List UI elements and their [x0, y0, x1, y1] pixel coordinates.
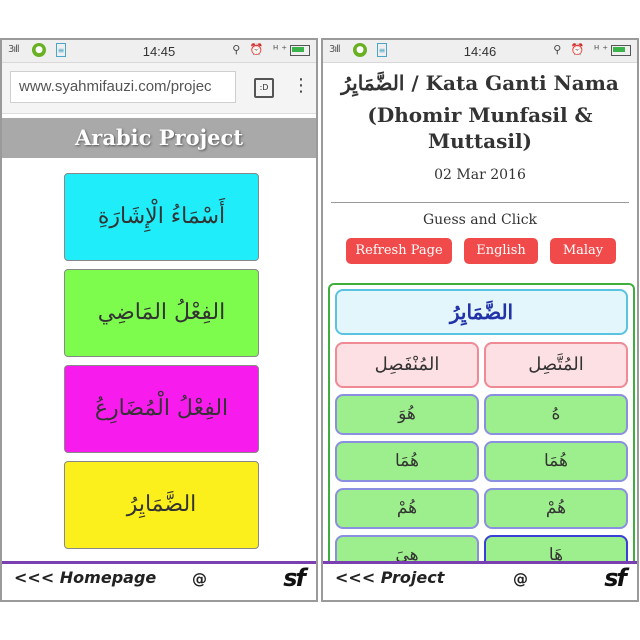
- muttasil-cell[interactable]: هُمْ: [484, 488, 628, 529]
- menu-card-dhamair[interactable]: الضَّمَايِرُ: [64, 461, 259, 549]
- status-icons: ⚲ ⏰ ᴴ⁺: [232, 43, 310, 56]
- column-header-munfasil: المُنْفَصِل: [335, 342, 479, 388]
- menu-card-fil-mudari[interactable]: الفِعْلُ الْمُضَارِعُ: [64, 365, 259, 453]
- malay-button[interactable]: Malay: [550, 238, 616, 264]
- english-button[interactable]: English: [464, 238, 538, 264]
- post-date: 02 Mar 2016: [434, 167, 526, 183]
- project-link[interactable]: <<< Project: [335, 568, 444, 587]
- homepage-link[interactable]: <<< Homepage: [14, 568, 156, 587]
- munfasil-cell[interactable]: هُمْ: [335, 488, 479, 529]
- title-line-2: (Dhomir Munfasil &: [367, 103, 593, 127]
- muttasil-cell[interactable]: هُ: [484, 394, 628, 435]
- battery-icon: [290, 44, 310, 56]
- panel-header: الضَّمَايِرُ: [335, 289, 628, 335]
- left-phone-screen: 3ıll ● ≡ 14:45 ⚲ ⏰ ᴴ⁺ www.syahmifauzi.co…: [0, 38, 318, 602]
- title-line-3: Muttasil): [427, 129, 533, 153]
- battery-icon: [611, 44, 631, 56]
- divider: [331, 202, 629, 203]
- status-bar: 3ıll ● ≡ 14:46 ⚲ ⏰ ᴴ⁺: [323, 40, 637, 63]
- menu-card-asma-isharah[interactable]: أَسْمَاءُ الْإِشَارَةِ: [64, 173, 259, 261]
- at-icon[interactable]: @: [192, 570, 207, 588]
- sf-logo[interactable]: sf: [604, 564, 627, 592]
- at-icon[interactable]: @: [513, 570, 528, 588]
- browser-toolbar: www.syahmifauzi.com/projec :D ⋮: [2, 63, 316, 114]
- sf-logo[interactable]: sf: [283, 564, 306, 592]
- column-header-muttasil: المُتَّصِل: [484, 342, 628, 388]
- instruction-text: Guess and Click: [422, 212, 538, 228]
- muttasil-cell[interactable]: هُمَا: [484, 441, 628, 482]
- menu-card-fil-madi[interactable]: الفِعْلُ المَاضِي: [64, 269, 259, 357]
- bottom-nav-bar: <<< Homepage @ sf: [2, 561, 316, 600]
- page-title: Arabic Project: [2, 118, 316, 158]
- refresh-page-button[interactable]: Refresh Page: [346, 238, 452, 264]
- page-title: الضَّمَايِرُ / Kata Ganti Nama (Dhomir M…: [323, 70, 637, 154]
- title-line-1: الضَّمَايِرُ / Kata Ganti Nama: [341, 71, 619, 95]
- munfasil-cell[interactable]: هُوَ: [335, 394, 479, 435]
- overflow-menu-icon[interactable]: ⋮: [292, 75, 310, 96]
- status-icons: ⚲ ⏰ ᴴ⁺: [553, 43, 631, 56]
- status-bar: 3ıll ● ≡ 14:45 ⚲ ⏰ ᴴ⁺: [2, 40, 316, 63]
- bottom-nav-bar: <<< Project @ sf: [323, 561, 637, 600]
- right-phone-screen: 3ıll ● ≡ 14:46 ⚲ ⏰ ᴴ⁺ الضَّمَايِرُ / Kat…: [321, 38, 639, 602]
- address-bar[interactable]: www.syahmifauzi.com/projec: [10, 71, 236, 103]
- munfasil-cell[interactable]: هُمَا: [335, 441, 479, 482]
- quiz-panel: الضَّمَايِرُ المُنْفَصِل المُتَّصِل هُوَ…: [328, 283, 635, 600]
- tabs-button[interactable]: :D: [254, 78, 274, 98]
